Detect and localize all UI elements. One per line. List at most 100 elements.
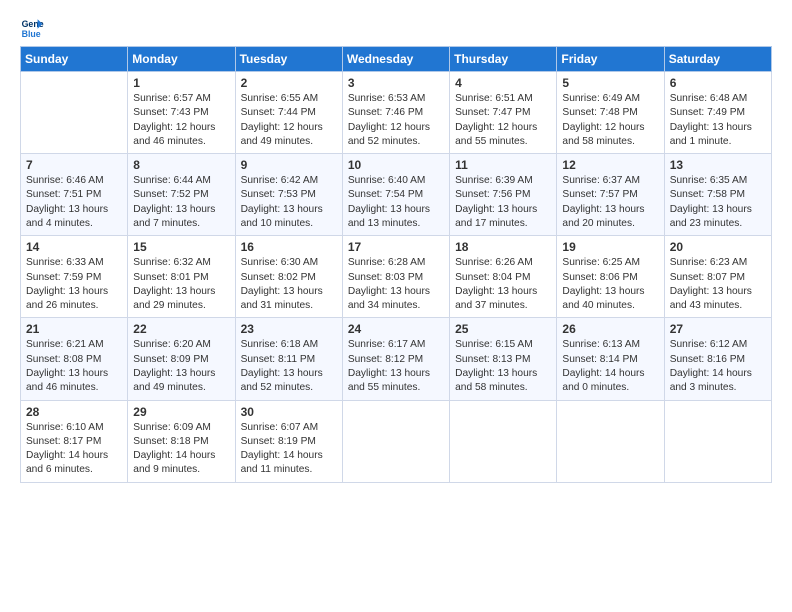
cell-content: Sunrise: 6:12 AM Sunset: 8:16 PM Dayligh… xyxy=(670,338,766,395)
cell-content: Sunrise: 6:53 AM Sunset: 7:46 PM Dayligh… xyxy=(348,92,444,149)
cell-content: Sunrise: 6:18 AM Sunset: 8:11 PM Dayligh… xyxy=(241,338,337,395)
cell-content: Sunrise: 6:28 AM Sunset: 8:03 PM Dayligh… xyxy=(348,256,444,313)
col-header-saturday: Saturday xyxy=(664,47,771,72)
cell-content: Sunrise: 6:30 AM Sunset: 8:02 PM Dayligh… xyxy=(241,256,337,313)
calendar-cell: 30 Sunrise: 6:07 AM Sunset: 8:19 PM Dayli… xyxy=(235,400,342,482)
cell-content: Sunrise: 6:09 AM Sunset: 8:18 PM Dayligh… xyxy=(133,421,229,478)
cell-content: Sunrise: 6:21 AM Sunset: 8:08 PM Dayligh… xyxy=(26,338,122,395)
day-number: 18 xyxy=(455,240,551,254)
day-number: 13 xyxy=(670,158,766,172)
col-header-thursday: Thursday xyxy=(450,47,557,72)
calendar-cell xyxy=(557,400,664,482)
cell-content: Sunrise: 6:25 AM Sunset: 8:06 PM Dayligh… xyxy=(562,256,658,313)
svg-text:Blue: Blue xyxy=(22,29,41,39)
cell-content: Sunrise: 6:51 AM Sunset: 7:47 PM Dayligh… xyxy=(455,92,551,149)
calendar-cell: 19Sunrise: 6:25 AM Sunset: 8:06 PM Dayli… xyxy=(557,236,664,318)
day-number: 17 xyxy=(348,240,444,254)
calendar-cell: 15 Sunrise: 6:32 AM Sunset: 8:01 PM Dayli… xyxy=(128,236,235,318)
day-number: 28 xyxy=(26,405,122,419)
calendar-cell: 17 Sunrise: 6:28 AM Sunset: 8:03 PM Dayli… xyxy=(342,236,449,318)
calendar-cell: 8Sunrise: 6:44 AM Sunset: 7:52 PM Daylig… xyxy=(128,154,235,236)
col-header-sunday: Sunday xyxy=(21,47,128,72)
cell-content: Sunrise: 6:32 AM Sunset: 8:01 PM Dayligh… xyxy=(133,256,229,313)
calendar-cell: 9Sunrise: 6:42 AM Sunset: 7:53 PM Daylig… xyxy=(235,154,342,236)
cell-content: Sunrise: 6:48 AM Sunset: 7:49 PM Dayligh… xyxy=(670,92,766,149)
cell-content: Sunrise: 6:13 AM Sunset: 8:14 PM Dayligh… xyxy=(562,338,658,395)
day-number: 29 xyxy=(133,405,229,419)
col-header-tuesday: Tuesday xyxy=(235,47,342,72)
cell-content: Sunrise: 6:35 AM Sunset: 7:58 PM Dayligh… xyxy=(670,174,766,231)
cell-content: Sunrise: 6:26 AM Sunset: 8:04 PM Dayligh… xyxy=(455,256,551,313)
day-number: 14 xyxy=(26,240,122,254)
col-header-friday: Friday xyxy=(557,47,664,72)
day-number: 7 xyxy=(26,158,122,172)
day-number: 23 xyxy=(241,322,337,336)
calendar-cell: 21 Sunrise: 6:21 AM Sunset: 8:08 PM Dayli… xyxy=(21,318,128,400)
day-number: 24 xyxy=(348,322,444,336)
day-number: 12 xyxy=(562,158,658,172)
week-row-3: 14 Sunrise: 6:33 AM Sunset: 7:59 PM Dayli… xyxy=(21,236,772,318)
logo-icon: General Blue xyxy=(20,16,44,40)
day-number: 3 xyxy=(348,76,444,90)
calendar-cell: 3 Sunrise: 6:53 AM Sunset: 7:46 PM Daylig… xyxy=(342,72,449,154)
cell-content: Sunrise: 6:57 AM Sunset: 7:43 PM Dayligh… xyxy=(133,92,229,149)
calendar-cell: 26 Sunrise: 6:13 AM Sunset: 8:14 PM Dayli… xyxy=(557,318,664,400)
calendar-cell: 11 Sunrise: 6:39 AM Sunset: 7:56 PM Dayli… xyxy=(450,154,557,236)
day-number: 5 xyxy=(562,76,658,90)
calendar-cell: 27 Sunrise: 6:12 AM Sunset: 8:16 PM Dayli… xyxy=(664,318,771,400)
day-number: 30 xyxy=(241,405,337,419)
cell-content: Sunrise: 6:33 AM Sunset: 7:59 PM Dayligh… xyxy=(26,256,122,313)
week-row-4: 21 Sunrise: 6:21 AM Sunset: 8:08 PM Dayli… xyxy=(21,318,772,400)
cell-content: Sunrise: 6:40 AM Sunset: 7:54 PM Dayligh… xyxy=(348,174,444,231)
calendar-cell xyxy=(21,72,128,154)
cell-content: Sunrise: 6:15 AM Sunset: 8:13 PM Dayligh… xyxy=(455,338,551,395)
cell-content: Sunrise: 6:44 AM Sunset: 7:52 PM Dayligh… xyxy=(133,174,229,231)
cell-content: Sunrise: 6:49 AM Sunset: 7:48 PM Dayligh… xyxy=(562,92,658,149)
calendar-cell xyxy=(450,400,557,482)
day-number: 27 xyxy=(670,322,766,336)
calendar-table: SundayMondayTuesdayWednesdayThursdayFrid… xyxy=(20,46,772,483)
week-row-1: 1 Sunrise: 6:57 AM Sunset: 7:43 PM Daylig… xyxy=(21,72,772,154)
calendar-cell: 23 Sunrise: 6:18 AM Sunset: 8:11 PM Dayli… xyxy=(235,318,342,400)
calendar-cell: 14 Sunrise: 6:33 AM Sunset: 7:59 PM Dayli… xyxy=(21,236,128,318)
day-number: 9 xyxy=(241,158,337,172)
day-number: 1 xyxy=(133,76,229,90)
col-header-monday: Monday xyxy=(128,47,235,72)
cell-content: Sunrise: 6:39 AM Sunset: 7:56 PM Dayligh… xyxy=(455,174,551,231)
col-header-wednesday: Wednesday xyxy=(342,47,449,72)
cell-content: Sunrise: 6:55 AM Sunset: 7:44 PM Dayligh… xyxy=(241,92,337,149)
cell-content: Sunrise: 6:17 AM Sunset: 8:12 PM Dayligh… xyxy=(348,338,444,395)
day-number: 10 xyxy=(348,158,444,172)
calendar-cell: 13 Sunrise: 6:35 AM Sunset: 7:58 PM Dayli… xyxy=(664,154,771,236)
calendar-page: General Blue SundayMondayTuesdayWednesda… xyxy=(0,0,792,493)
day-number: 21 xyxy=(26,322,122,336)
calendar-cell xyxy=(664,400,771,482)
day-number: 6 xyxy=(670,76,766,90)
logo: General Blue xyxy=(20,16,44,40)
calendar-cell: 2 Sunrise: 6:55 AM Sunset: 7:44 PM Daylig… xyxy=(235,72,342,154)
calendar-cell: 12Sunrise: 6:37 AM Sunset: 7:57 PM Dayli… xyxy=(557,154,664,236)
calendar-cell: 6 Sunrise: 6:48 AM Sunset: 7:49 PM Daylig… xyxy=(664,72,771,154)
day-number: 25 xyxy=(455,322,551,336)
cell-content: Sunrise: 6:07 AM Sunset: 8:19 PM Dayligh… xyxy=(241,421,337,478)
calendar-cell: 1 Sunrise: 6:57 AM Sunset: 7:43 PM Daylig… xyxy=(128,72,235,154)
day-number: 11 xyxy=(455,158,551,172)
week-row-2: 7 Sunrise: 6:46 AM Sunset: 7:51 PM Daylig… xyxy=(21,154,772,236)
day-number: 2 xyxy=(241,76,337,90)
day-number: 16 xyxy=(241,240,337,254)
calendar-cell: 25 Sunrise: 6:15 AM Sunset: 8:13 PM Dayli… xyxy=(450,318,557,400)
calendar-cell: 16 Sunrise: 6:30 AM Sunset: 8:02 PM Dayli… xyxy=(235,236,342,318)
day-number: 4 xyxy=(455,76,551,90)
cell-content: Sunrise: 6:10 AM Sunset: 8:17 PM Dayligh… xyxy=(26,421,122,478)
calendar-cell: 4 Sunrise: 6:51 AM Sunset: 7:47 PM Daylig… xyxy=(450,72,557,154)
cell-content: Sunrise: 6:46 AM Sunset: 7:51 PM Dayligh… xyxy=(26,174,122,231)
calendar-cell: 20Sunrise: 6:23 AM Sunset: 8:07 PM Dayli… xyxy=(664,236,771,318)
calendar-cell xyxy=(342,400,449,482)
day-number: 26 xyxy=(562,322,658,336)
calendar-cell: 22Sunrise: 6:20 AM Sunset: 8:09 PM Dayli… xyxy=(128,318,235,400)
cell-content: Sunrise: 6:20 AM Sunset: 8:09 PM Dayligh… xyxy=(133,338,229,395)
day-number: 15 xyxy=(133,240,229,254)
header-row: SundayMondayTuesdayWednesdayThursdayFrid… xyxy=(21,47,772,72)
calendar-cell: 7 Sunrise: 6:46 AM Sunset: 7:51 PM Daylig… xyxy=(21,154,128,236)
day-number: 20 xyxy=(670,240,766,254)
